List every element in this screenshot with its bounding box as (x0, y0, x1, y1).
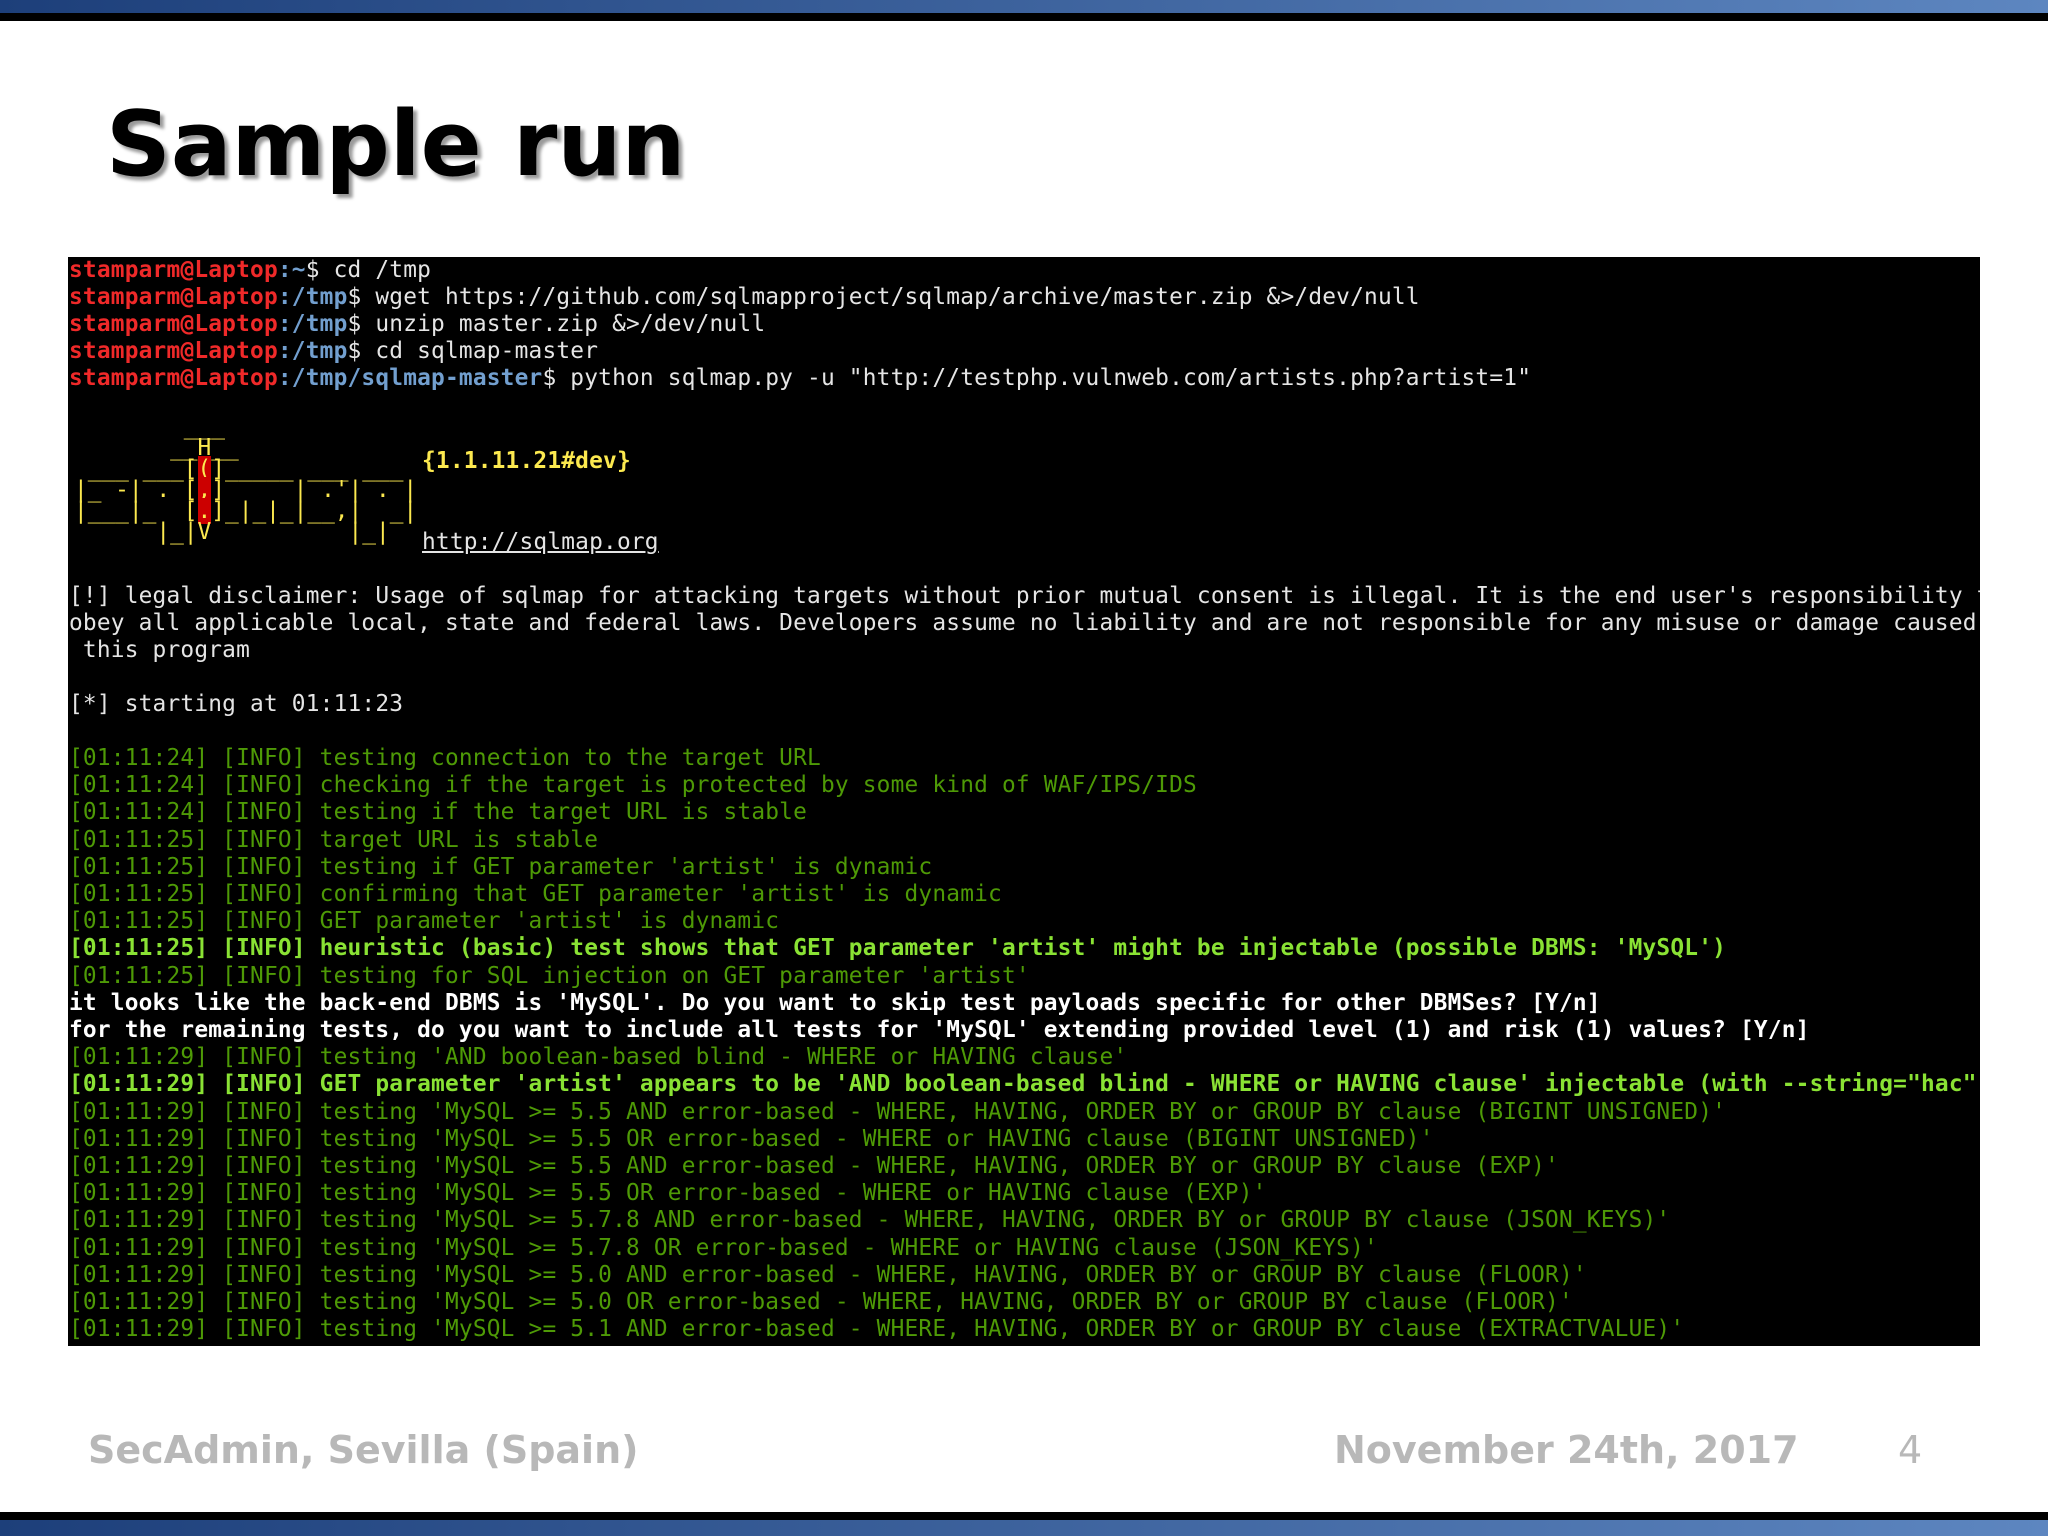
sqlmap-ascii-logo: ___ __H__ ___ ___[(]_____ ___ ___ |_ -| … (74, 414, 418, 545)
prompt-user: stamparm@Laptop (69, 311, 278, 337)
prompt-user: stamparm@Laptop (69, 365, 278, 391)
disclaimer-line: [!] legal disclaimer: Usage of sqlmap fo… (69, 583, 1980, 609)
log-line: [01:11:29] [INFO] testing 'MySQL >= 5.5 … (69, 1153, 1559, 1179)
top-accent-bar (0, 0, 2048, 13)
sqlmap-version: {1.1.11.21#dev} (422, 448, 631, 474)
command-text: $ cd sqlmap-master (347, 338, 599, 364)
log-line: [01:11:25] [INFO] GET parameter 'artist'… (69, 908, 780, 935)
log-line: [01:11:29] [INFO] testing 'MySQL >= 5.1 … (69, 1316, 1685, 1343)
command-text: $ cd /tmp (305, 257, 432, 283)
prompt-user: stamparm@Laptop (69, 257, 278, 283)
log-line: [01:11:29] [INFO] testing 'MySQL >= 5.5 … (69, 1180, 1267, 1207)
slide-title: Sample run (106, 92, 686, 197)
bottom-accent-bar (0, 1520, 2048, 1536)
prompt-user: stamparm@Laptop (69, 338, 278, 364)
log-line: [01:11:29] [INFO] GET parameter 'artist'… (69, 1071, 1980, 1098)
footer-date: November 24th, 2017 (1334, 1428, 1799, 1472)
log-line: [01:11:29] [INFO] testing 'MySQL >= 5.5 … (69, 1098, 1727, 1125)
footer-event: SecAdmin, Sevilla (Spain) (88, 1428, 639, 1472)
page-number: 4 (1898, 1428, 1923, 1472)
terminal-window: stamparm@Laptop:~$ cd /tmp stamparm@Lapt… (68, 257, 1980, 1346)
log-line: for the remaining tests, do you want to … (69, 1017, 1810, 1043)
log-line: [01:11:25] [INFO] testing if GET paramet… (69, 853, 933, 880)
log-line: [01:11:25] [INFO] confirming that GET pa… (69, 881, 1002, 907)
log-line: [01:11:29] [INFO] testing 'MySQL >= 5.7.… (69, 1234, 1378, 1261)
prompt-path: :/tmp (277, 338, 348, 364)
log-line: [01:11:29] [INFO] testing 'AND boolean-b… (69, 1044, 1128, 1071)
log-line: [01:11:25] [INFO] target URL is stable (69, 826, 599, 853)
log-line: [01:11:29] [INFO] testing 'MySQL >= 5.5 … (69, 1125, 1434, 1152)
sqlmap-url-link[interactable]: http://sqlmap.org (422, 529, 659, 556)
starting-line: [*] starting at 01:11:23 (69, 691, 404, 717)
command-line: stamparm@Laptop:/tmp$ cd sqlmap-master (69, 338, 598, 365)
prompt-path: :/tmp/sqlmap-master (277, 365, 543, 391)
prompt-user: stamparm@Laptop (69, 284, 278, 310)
command-line: stamparm@Laptop:/tmp$ wget https://githu… (69, 284, 1420, 311)
command-text: $ wget https://github.com/sqlmapproject/… (347, 284, 1420, 310)
log-line: [01:11:25] [INFO] testing for SQL inject… (69, 962, 1030, 989)
log-line: it looks like the back-end DBMS is 'MySQ… (69, 989, 1601, 1016)
prompt-path: :/tmp (277, 284, 348, 310)
command-text: $ unzip master.zip &>/dev/null (347, 311, 766, 337)
log-line: [01:11:29] [INFO] testing 'MySQL >= 5.7.… (69, 1207, 1671, 1234)
prompt-path: :/tmp (277, 311, 348, 337)
log-line: [01:11:24] [INFO] testing connection to … (69, 745, 821, 771)
top-divider (0, 13, 2048, 21)
log-line: [01:11:24] [INFO] checking if the target… (69, 772, 1197, 799)
command-text: $ python sqlmap.py -u "http://testphp.vu… (542, 365, 1532, 391)
log-line: [01:11:29] [INFO] testing 'MySQL >= 5.0 … (69, 1289, 1573, 1315)
command-line: stamparm@Laptop:/tmp/sqlmap-master$ pyth… (69, 365, 1531, 392)
log-line: [01:11:29] [INFO] testing 'MySQL >= 5.0 … (69, 1261, 1587, 1288)
log-line: [01:11:24] [INFO] testing if the target … (69, 799, 808, 826)
command-line: stamparm@Laptop:~$ cd /tmp (69, 257, 431, 284)
disclaimer-line: obey all applicable local, state and fed… (69, 610, 1980, 636)
log-line: [01:11:25] [INFO] heuristic (basic) test… (69, 935, 1727, 962)
command-line: stamparm@Laptop:/tmp$ unzip master.zip &… (69, 311, 765, 338)
disclaimer-line: this program (69, 637, 251, 663)
bottom-divider (0, 1512, 2048, 1520)
prompt-path: :~ (277, 257, 306, 283)
